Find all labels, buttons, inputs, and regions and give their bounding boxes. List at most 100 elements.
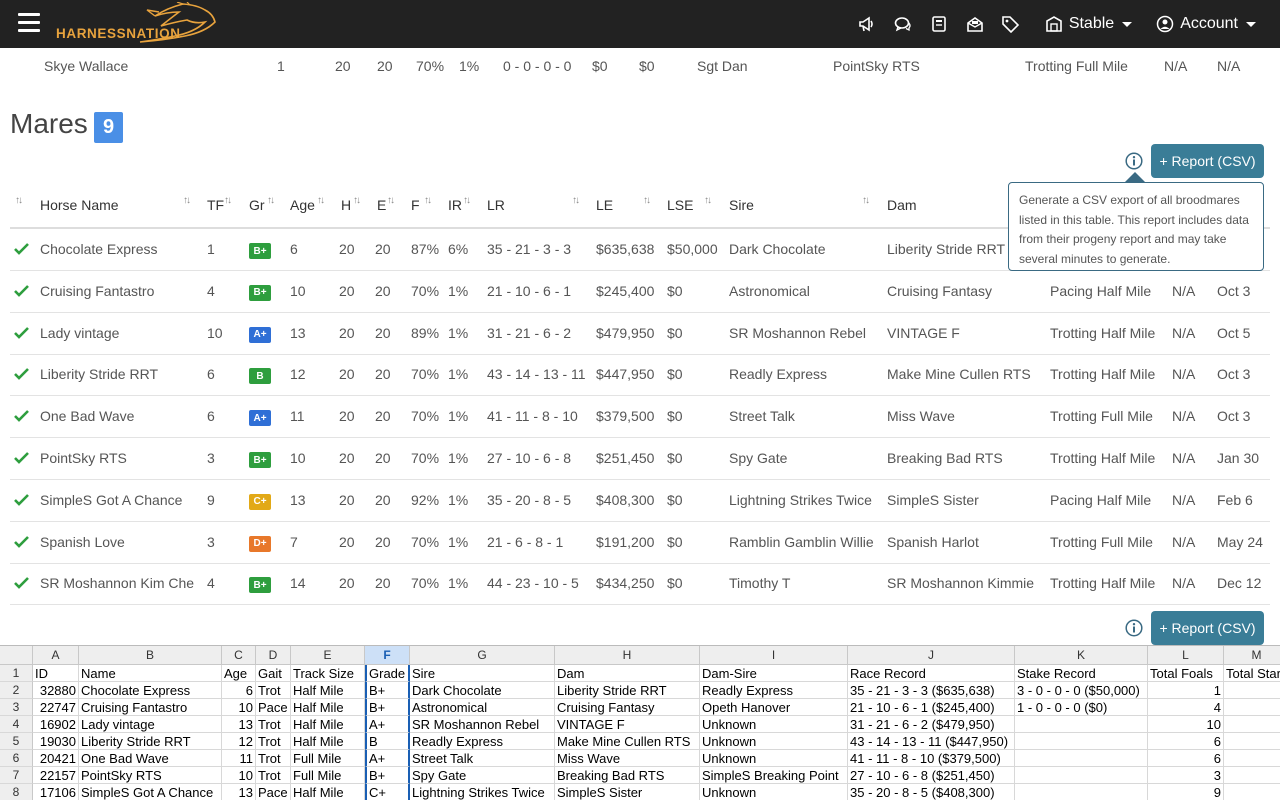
sheet-cell[interactable]: Astronomical — [410, 699, 555, 716]
name-cell[interactable]: Lady vintage — [40, 325, 119, 341]
name-cell[interactable]: One Bad Wave — [40, 408, 134, 424]
sheet-cell[interactable]: Half Mile — [291, 733, 365, 750]
sheet-cell[interactable]: 31 - 21 - 6 - 2 ($479,950) — [848, 716, 1015, 733]
sheet-cell[interactable] — [1015, 716, 1148, 733]
sheet-column-header[interactable]: C — [222, 646, 256, 665]
table-row[interactable]: SimpleS Got A Chance 9 13 20 20 92% 1% 35 - 20 … — [10, 480, 1270, 522]
sheet-cell[interactable]: 27 - 10 - 6 - 8 ($251,450) — [848, 767, 1015, 784]
sheet-cell[interactable]: Half Mile — [291, 784, 365, 800]
sheet-cell[interactable] — [1015, 767, 1148, 784]
sheet-cell[interactable]: 1 - 0 - 0 - 0 ($0) — [1015, 699, 1148, 716]
sheet-cell[interactable]: Gait — [256, 665, 291, 682]
sort-icon[interactable]: ↑↓ — [643, 195, 651, 206]
sheet-row-header[interactable]: 2 — [0, 682, 33, 699]
sheet-cell[interactable]: SimpleS Sister — [555, 784, 700, 800]
sheet-cell[interactable]: Half Mile — [291, 716, 365, 733]
sheet-cell[interactable]: Lightning Strikes Twice — [410, 784, 555, 800]
inbox-icon[interactable] — [957, 0, 993, 48]
sheet-cell[interactable]: 32880 — [33, 682, 79, 699]
sheet-cell[interactable]: 13 — [222, 716, 256, 733]
chat-icon[interactable] — [885, 0, 921, 48]
sheet-cell[interactable]: VINTAGE F — [555, 716, 700, 733]
harnessnation-logo[interactable]: HARNESSNATION — [55, 1, 220, 46]
sheet-column-header[interactable]: A — [33, 646, 79, 665]
sort-icon[interactable]: ↑↓ — [572, 195, 580, 206]
megaphone-icon[interactable] — [849, 0, 885, 48]
sheet-cell[interactable]: 20421 — [33, 750, 79, 767]
col-h[interactable]: H — [341, 197, 351, 213]
sheet-cell[interactable]: Liberity Stride RRT — [79, 733, 222, 750]
sheet-cell[interactable]: 10 — [222, 699, 256, 716]
sheet-cell[interactable]: 12 — [222, 733, 256, 750]
account-dropdown[interactable]: Account — [1148, 0, 1264, 48]
name-cell[interactable]: SR Moshannon Kim Che — [40, 575, 194, 591]
sheet-cell[interactable] — [1015, 733, 1148, 750]
name-cell[interactable]: Cruising Fantastro — [40, 283, 154, 299]
sheet-cell[interactable]: 6 — [1148, 750, 1224, 767]
sheet-cell[interactable]: Cruising Fantasy — [555, 699, 700, 716]
name-cell[interactable]: Spanish Love — [40, 534, 125, 550]
sheet-cell[interactable]: SimpleS Breaking Point — [700, 767, 848, 784]
sheet-cell[interactable]: Chocolate Express — [79, 682, 222, 699]
sheet-cell[interactable]: Make Mine Cullen RTS — [555, 733, 700, 750]
sheet-cell[interactable]: Full Mile — [291, 750, 365, 767]
sheet-cell[interactable]: Cruising Fantastro — [79, 699, 222, 716]
sheet-cell[interactable]: Total Foals — [1148, 665, 1224, 682]
sheet-cell[interactable]: 19030 — [33, 733, 79, 750]
sheet-cell[interactable]: Grade — [365, 665, 410, 682]
sheet-cell[interactable]: C+ — [365, 784, 410, 800]
sheet-cell[interactable]: Trot — [256, 682, 291, 699]
sheet-column-header[interactable]: E — [291, 646, 365, 665]
sheet-row-header[interactable]: 1 — [0, 665, 33, 682]
sort-icon[interactable]: ↑↓ — [463, 195, 471, 206]
sheet-cell[interactable]: Pace — [256, 699, 291, 716]
sheet-cell[interactable]: 1 — [1148, 682, 1224, 699]
sheet-cell[interactable]: Unknown — [700, 750, 848, 767]
col-e[interactable]: E — [377, 197, 386, 213]
col-gr[interactable]: Gr — [249, 197, 265, 213]
sheet-cell[interactable]: PointSky RTS — [79, 767, 222, 784]
sheet-cell[interactable]: Trot — [256, 716, 291, 733]
sheet-cell[interactable]: Liberity Stride RRT — [555, 682, 700, 699]
sheet-cell[interactable]: Readly Express — [700, 682, 848, 699]
sheet-row-header[interactable]: 7 — [0, 767, 33, 784]
col-le[interactable]: LE — [596, 197, 613, 213]
sheet-row-header[interactable]: 6 — [0, 750, 33, 767]
horse-name[interactable]: Skye Wallace — [44, 58, 128, 74]
col-sire[interactable]: Sire — [729, 197, 754, 213]
sheet-cell[interactable]: B — [365, 733, 410, 750]
name-cell[interactable]: Liberity Stride RRT — [40, 366, 158, 382]
sheet-cell[interactable]: 6 — [222, 682, 256, 699]
sort-icon[interactable]: ↑↓ — [15, 195, 23, 206]
sheet-cell[interactable]: Half Mile — [291, 699, 365, 716]
name-cell[interactable]: Chocolate Express — [40, 241, 158, 257]
table-row[interactable]: Spanish Love 3 7 20 20 70% 1% 21 - 6 - 8 - 1 $19… — [10, 522, 1270, 564]
sheet-cell[interactable] — [1224, 784, 1280, 800]
notes-icon[interactable] — [921, 0, 957, 48]
sheet-cell[interactable]: 11 — [222, 750, 256, 767]
sheet-cell[interactable] — [1224, 682, 1280, 699]
sheet-cell[interactable]: Lady vintage — [79, 716, 222, 733]
sheet-cell[interactable]: Spy Gate — [410, 767, 555, 784]
sheet-cell[interactable]: Opeth Hanover — [700, 699, 848, 716]
sheet-cell[interactable]: SR Moshannon Rebel — [410, 716, 555, 733]
sheet-cell[interactable] — [1015, 750, 1148, 767]
stable-dropdown[interactable]: Stable — [1037, 0, 1140, 48]
sheet-cell[interactable]: 3 — [1148, 767, 1224, 784]
table-row[interactable]: PointSky RTS 3 10 20 20 70% 1% 27 - 10 - 6 - 8 $… — [10, 438, 1270, 480]
sheet-cell[interactable]: ID — [33, 665, 79, 682]
sheet-row-header[interactable]: 8 — [0, 784, 33, 800]
info-icon[interactable] — [1125, 152, 1143, 170]
col-f[interactable]: F — [411, 197, 420, 213]
sort-icon[interactable]: ↑↓ — [224, 195, 232, 206]
sort-icon[interactable]: ↑↓ — [424, 195, 432, 206]
sheet-cell[interactable]: Full Mile — [291, 767, 365, 784]
sheet-cell[interactable]: Name — [79, 665, 222, 682]
previous-table-row[interactable]: Skye Wallace 1 20 20 70% 1% 0 - 0 - 0 - … — [0, 49, 1280, 83]
sheet-cell[interactable]: 16902 — [33, 716, 79, 733]
sort-icon[interactable]: ↑↓ — [704, 195, 712, 206]
table-row[interactable]: Liberity Stride RRT 6 12 20 20 70% 1% 43 - 14 -… — [10, 354, 1270, 397]
sheet-cell[interactable]: Pace — [256, 784, 291, 800]
sheet-cell[interactable]: 17106 — [33, 784, 79, 800]
sheet-column-header[interactable]: K — [1015, 646, 1148, 665]
